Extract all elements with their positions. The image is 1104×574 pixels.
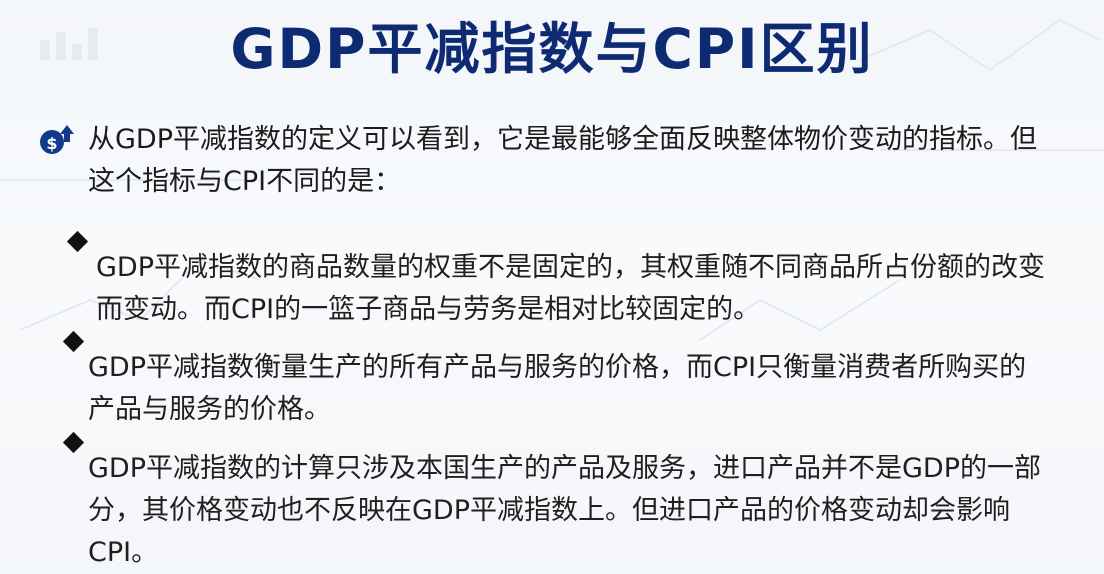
bullet-item-1: GDP平减指数的商品数量的权重不是固定的，其权重随不同商品所占份额的改变而变动。…: [96, 252, 1045, 325]
diamond-bullet-icon: [66, 230, 89, 253]
intro-paragraph: 从GDP平减指数的定义可以看到，它是最能够全面反映整体物价变动的指标。但这个指标…: [88, 124, 1037, 197]
diamond-bullet-icon: [62, 431, 85, 454]
svg-text:$: $: [46, 134, 57, 153]
bullet-item-3: GDP平减指数的计算只涉及本国生产的产品及服务，进口产品并不是GDP的一部分，其…: [88, 453, 1041, 568]
dollar-coin-up-arrow-icon: $: [40, 125, 74, 154]
diamond-bullet-icon: [62, 330, 85, 353]
page-title: GDP平减指数与CPI区别: [230, 17, 874, 81]
bullet-item-2: GDP平减指数衡量生产的所有产品与服务的价格，而CPI只衡量消费者所购买的产品与…: [88, 352, 1027, 425]
